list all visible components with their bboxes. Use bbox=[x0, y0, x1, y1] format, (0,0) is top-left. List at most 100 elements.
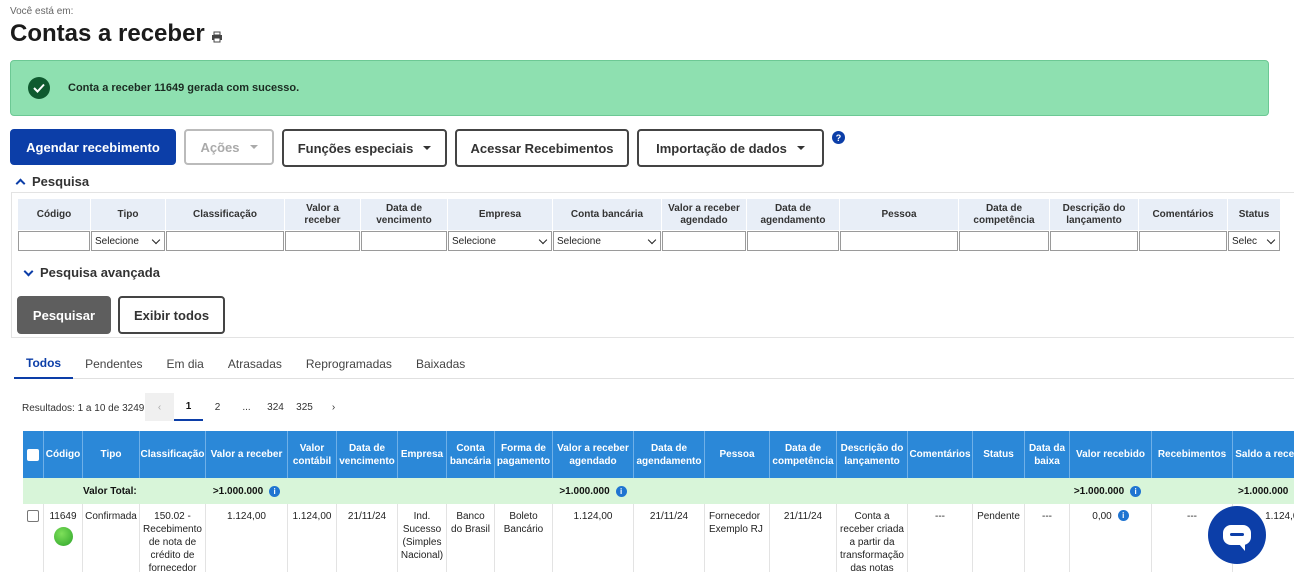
filter-select-value: Selecione bbox=[557, 235, 601, 247]
filter-input[interactable] bbox=[361, 231, 447, 251]
column-header[interactable]: Data da baixa bbox=[1025, 431, 1070, 478]
column-header[interactable]: Data de agendamento bbox=[634, 431, 705, 478]
filter-label: Conta bancária bbox=[553, 199, 661, 230]
search-filters: Código Tipo Selecione Classificação Valor a … bbox=[18, 199, 1280, 251]
cell-forma: Boleto Bancário bbox=[495, 504, 553, 572]
filter-input[interactable] bbox=[166, 231, 284, 251]
column-header[interactable]: Data de competência bbox=[770, 431, 837, 478]
tab-todos[interactable]: Todos bbox=[14, 349, 74, 379]
column-header[interactable]: Tipo bbox=[83, 431, 140, 478]
page-title-row: Contas a receber bbox=[10, 20, 223, 48]
column-header[interactable]: Valor a receber bbox=[206, 431, 288, 478]
column-header[interactable]: Classificação bbox=[140, 431, 206, 478]
next-page-button[interactable]: › bbox=[319, 393, 348, 421]
filter-select-value: Selecione bbox=[452, 235, 496, 247]
page-link[interactable]: 2 bbox=[203, 393, 232, 421]
tab-baixadas[interactable]: Baixadas bbox=[404, 349, 477, 379]
access-receipts-button[interactable]: Acessar Recebimentos bbox=[455, 129, 629, 167]
column-header[interactable]: Empresa bbox=[398, 431, 447, 478]
column-header[interactable]: Valor recebido bbox=[1070, 431, 1152, 478]
schedule-receipt-button[interactable]: Agendar recebimento bbox=[10, 129, 176, 165]
cell-status: Pendente bbox=[973, 504, 1025, 572]
column-header[interactable]: Pessoa bbox=[705, 431, 770, 478]
filter-column: Data de agendamento bbox=[747, 199, 839, 251]
filter-label: Empresa bbox=[448, 199, 552, 230]
prev-page-button[interactable]: ‹ bbox=[145, 393, 174, 421]
filter-column: Tipo Selecione bbox=[91, 199, 165, 251]
info-icon[interactable]: i bbox=[1117, 510, 1129, 521]
pagination: ‹ 1 2 ... 324 325 › bbox=[145, 393, 348, 421]
tab-em-dia[interactable]: Em dia bbox=[155, 349, 216, 379]
filter-input[interactable] bbox=[747, 231, 839, 251]
filter-select-value: Selecione bbox=[95, 235, 139, 247]
filter-input[interactable] bbox=[959, 231, 1049, 251]
filter-label: Classificação bbox=[166, 199, 284, 230]
column-header[interactable]: Data de vencimento bbox=[337, 431, 398, 478]
actions-dropdown-button[interactable]: Ações bbox=[184, 129, 274, 165]
page-link[interactable]: 324 bbox=[261, 393, 290, 421]
search-section-toggle[interactable]: Pesquisa bbox=[15, 174, 90, 189]
column-header[interactable]: Descrição do lançamento bbox=[837, 431, 908, 478]
info-icon[interactable]: i bbox=[269, 485, 281, 497]
filter-column: Comentários bbox=[1139, 199, 1227, 251]
column-header[interactable]: Código bbox=[44, 431, 83, 478]
chat-launcher-button[interactable] bbox=[1208, 506, 1266, 564]
row-checkbox[interactable] bbox=[27, 510, 39, 522]
column-header[interactable]: Forma de pagamento bbox=[495, 431, 553, 478]
filter-input[interactable] bbox=[1139, 231, 1227, 251]
info-icon[interactable]: i bbox=[1130, 485, 1142, 497]
filter-input[interactable] bbox=[662, 231, 746, 251]
cell-pessoa[interactable]: Fornecedor Exemplo RJ bbox=[705, 504, 770, 572]
chevron-down-icon bbox=[647, 235, 657, 244]
filter-column: Valor a receber bbox=[285, 199, 360, 251]
select-all-checkbox[interactable] bbox=[27, 448, 39, 461]
help-icon[interactable]: ? bbox=[832, 131, 845, 144]
filter-label: Código bbox=[18, 199, 90, 230]
cell-classificacao: 150.02 - Recebimento de nota de crédito … bbox=[140, 504, 206, 572]
column-header[interactable]: Valor contábil bbox=[288, 431, 337, 478]
print-icon[interactable] bbox=[211, 31, 223, 43]
filter-select[interactable]: Selecione bbox=[553, 231, 661, 251]
check-circle-icon bbox=[28, 77, 50, 99]
tab-pendentes[interactable]: Pendentes bbox=[73, 349, 154, 379]
filter-label: Valor a receber bbox=[285, 199, 360, 230]
filter-select[interactable]: Selecione bbox=[448, 231, 552, 251]
filter-select[interactable]: Selec bbox=[1228, 231, 1280, 251]
filter-input[interactable] bbox=[1050, 231, 1138, 251]
filter-input[interactable] bbox=[840, 231, 958, 251]
advanced-search-toggle[interactable]: Pesquisa avançada bbox=[23, 265, 160, 280]
chevron-down-icon bbox=[249, 145, 258, 149]
show-all-button[interactable]: Exibir todos bbox=[118, 296, 225, 334]
tab-reprogramadas[interactable]: Reprogramadas bbox=[294, 349, 404, 379]
column-header[interactable]: Saldo a receber bbox=[1233, 431, 1294, 478]
page-link[interactable]: 1 bbox=[174, 393, 203, 421]
filter-label: Pessoa bbox=[840, 199, 958, 230]
column-header[interactable]: Conta bancária bbox=[447, 431, 495, 478]
info-icon[interactable]: i bbox=[615, 485, 627, 497]
column-header[interactable]: Valor a receber agendado bbox=[553, 431, 634, 478]
cell-conta: Banco do Brasil bbox=[447, 504, 495, 572]
search-section-title: Pesquisa bbox=[32, 174, 90, 189]
filter-input[interactable] bbox=[18, 231, 90, 251]
column-header[interactable]: Recebimentos bbox=[1152, 431, 1233, 478]
filter-column: Data de vencimento bbox=[361, 199, 447, 251]
table-total-row: Valor Total: >1.000.000 i >1.000.000 i >1.… bbox=[23, 478, 1294, 504]
cell-codigo[interactable]: 11649 bbox=[49, 510, 76, 523]
data-import-dropdown-button[interactable]: Importação de dados bbox=[637, 129, 824, 167]
advanced-search-label: Pesquisa avançada bbox=[40, 265, 160, 280]
results-count: Resultados: 1 a 10 de 3249. bbox=[22, 403, 148, 414]
page-title: Contas a receber bbox=[10, 20, 205, 47]
column-header[interactable]: Comentários bbox=[908, 431, 973, 478]
filter-select[interactable]: Selecione bbox=[91, 231, 165, 251]
table-row[interactable]: 11649 Confirmada 150.02 - Recebimento de… bbox=[23, 504, 1294, 572]
column-header[interactable]: Status bbox=[973, 431, 1025, 478]
tab-atrasadas[interactable]: Atrasadas bbox=[216, 349, 294, 379]
cell-empresa: Ind. Sucesso (Simples Nacional) bbox=[398, 504, 447, 572]
filter-input[interactable] bbox=[285, 231, 360, 251]
page-link[interactable]: 325 bbox=[290, 393, 319, 421]
cell-valor-contabil: 1.124,00 bbox=[288, 504, 337, 572]
filter-label: Valor a receber agendado bbox=[662, 199, 746, 230]
search-button[interactable]: Pesquisar bbox=[17, 296, 111, 334]
cell-valor-receber: 1.124,00 bbox=[206, 504, 288, 572]
special-functions-dropdown-button[interactable]: Funções especiais bbox=[282, 129, 447, 167]
